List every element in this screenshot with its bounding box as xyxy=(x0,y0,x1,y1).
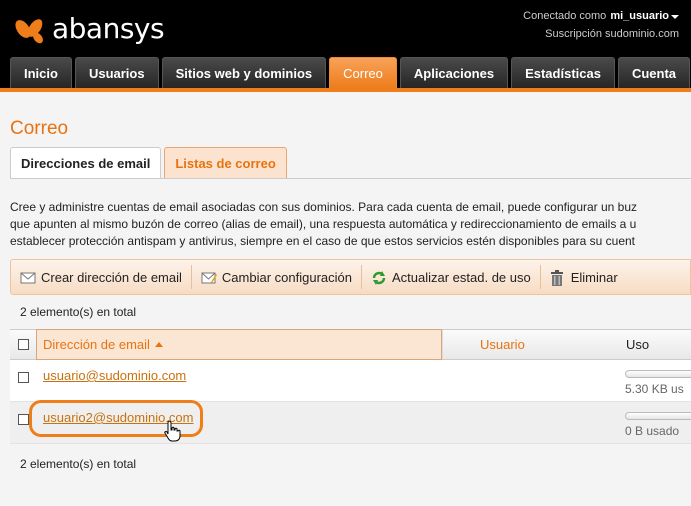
brand-name: abansys xyxy=(52,12,165,45)
sort-ascending-icon xyxy=(154,342,163,347)
table-row: usuario@sudominio.com 5.30 KB us xyxy=(10,360,691,402)
refresh-icon xyxy=(371,270,387,285)
row-checkbox[interactable] xyxy=(18,372,29,383)
page-title: Correo xyxy=(10,118,69,139)
column-divider xyxy=(442,330,443,359)
description-line: que apunten al mismo buzón de correo (al… xyxy=(10,217,637,231)
change-settings-label: Cambiar configuración xyxy=(221,269,352,285)
usage-text: 0 B usado xyxy=(625,424,680,438)
delete-button[interactable]: Eliminar xyxy=(541,265,627,289)
tab-usuarios[interactable]: Usuarios xyxy=(74,57,159,88)
nav-divider xyxy=(0,88,691,92)
tab-correo[interactable]: Correo xyxy=(329,57,397,88)
tab-estadisticas[interactable]: Estadísticas xyxy=(511,57,615,88)
description-line: Cree y administre cuentas de email asoci… xyxy=(10,200,638,214)
row-checkbox[interactable] xyxy=(18,414,29,425)
usage-bar xyxy=(625,412,691,420)
subscription-label: Suscripción sudominio.com xyxy=(545,28,679,40)
create-email-label: Crear dirección de email xyxy=(41,269,182,285)
toolbar: Crear dirección de email Cambiar configu… xyxy=(10,259,691,295)
brand-logo[interactable]: abansys xyxy=(14,12,165,45)
top-header: abansys Conectado como mi_usuario Suscri… xyxy=(0,0,691,88)
envelope-add-icon xyxy=(20,270,36,284)
usage-bar xyxy=(625,370,691,378)
refresh-usage-button[interactable]: Actualizar estad. de uso xyxy=(362,265,541,289)
tab-aplicaciones[interactable]: Aplicaciones xyxy=(399,57,509,88)
abansys-logo-icon xyxy=(14,14,50,44)
delete-label: Eliminar xyxy=(570,269,618,285)
item-count-bottom: 2 elemento(s) en total xyxy=(20,457,137,471)
change-settings-button[interactable]: Cambiar configuración xyxy=(192,265,362,289)
description-line: establecer protección antispam y antivir… xyxy=(10,234,636,248)
select-all-checkbox[interactable] xyxy=(17,339,29,350)
usage-text: 5.30 KB us xyxy=(625,382,684,396)
tab-cuenta[interactable]: Cuenta xyxy=(617,57,691,88)
table-header: Dirección de email Usuario Uso xyxy=(10,329,691,360)
username: mi_usuario xyxy=(610,10,669,22)
subtabs: Direcciones de email Listas de correo xyxy=(10,147,287,178)
page-description: Cree y administre cuentas de email asoci… xyxy=(10,199,691,250)
chevron-down-icon xyxy=(671,15,679,19)
create-email-button[interactable]: Crear dirección de email xyxy=(11,265,192,289)
column-header-usage[interactable]: Uso xyxy=(626,337,649,352)
connected-label: Conectado como xyxy=(523,10,607,22)
item-count-top: 2 elemento(s) en total xyxy=(20,305,137,319)
column-email-label: Dirección de email xyxy=(43,337,150,352)
tab-sitios-web[interactable]: Sitios web y dominios xyxy=(161,57,327,88)
column-header-email[interactable]: Dirección de email xyxy=(36,329,442,360)
tab-inicio[interactable]: Inicio xyxy=(10,57,72,88)
user-info: Conectado como mi_usuario Suscripción su… xyxy=(523,10,679,40)
refresh-usage-label: Actualizar estad. de uso xyxy=(391,269,531,285)
email-link[interactable]: usuario@sudominio.com xyxy=(43,368,186,383)
user-menu[interactable]: mi_usuario xyxy=(610,10,679,22)
envelope-edit-icon xyxy=(201,270,217,284)
subtab-divider xyxy=(10,178,691,179)
main-nav: Inicio Usuarios Sitios web y dominios Co… xyxy=(10,57,691,88)
tab-listas-correo[interactable]: Listas de correo xyxy=(164,147,287,178)
tab-direcciones-email[interactable]: Direcciones de email xyxy=(10,147,162,178)
trash-icon xyxy=(550,270,566,286)
column-header-user[interactable]: Usuario xyxy=(480,337,525,352)
hand-cursor-icon xyxy=(164,420,182,442)
